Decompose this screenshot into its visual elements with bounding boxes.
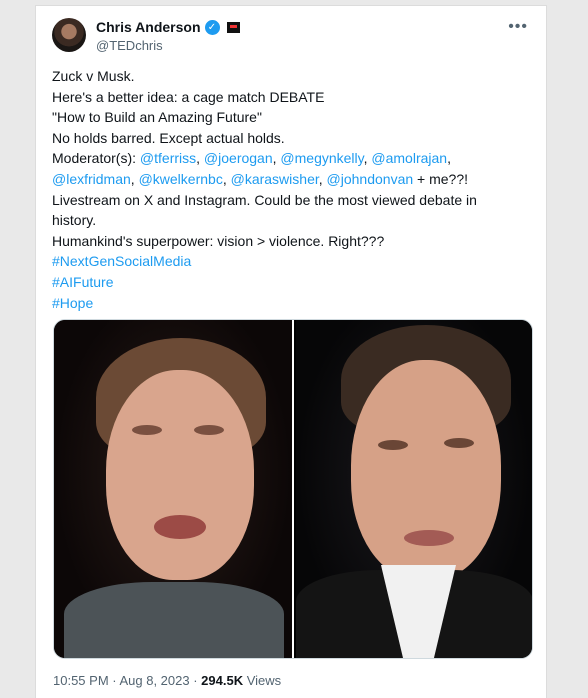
hashtag-link[interactable]: #Hope — [52, 295, 93, 311]
mention-link[interactable]: @kwelkernbc — [139, 171, 223, 187]
tweet-header: Chris Anderson ✓ @TEDchris ••• — [50, 14, 532, 54]
tweet-text-line: #NextGenSocialMedia — [52, 251, 532, 272]
tweet-text-segment: , — [196, 150, 204, 167]
tweet-text-line: Zuck v Musk. — [52, 66, 532, 87]
mention-link[interactable]: @tferriss — [140, 150, 196, 166]
tweet-text-segment: Moderator(s): — [52, 150, 140, 167]
mention-link[interactable]: @joerogan — [204, 150, 273, 166]
tweet-text-segment: No holds barred. Except actual holds. — [52, 129, 285, 146]
mention-link[interactable]: @johndonvan — [327, 171, 414, 187]
tweet-timestamp[interactable]: 10:55 PM · Aug 8, 2023 · — [53, 673, 201, 688]
author-name-row: Chris Anderson ✓ — [96, 19, 240, 35]
tweet-text-line: @lexfridman, @kwelkernbc, @karaswisher, … — [52, 169, 532, 190]
tweet-media[interactable] — [53, 319, 533, 659]
author-avatar[interactable] — [52, 18, 86, 52]
tweet-text-segment: , — [130, 170, 139, 187]
media-photo-left[interactable] — [54, 320, 292, 658]
tweet-text-line: Humankind's superpower: vision > violenc… — [52, 231, 532, 252]
tweet-text-segment: , — [447, 150, 451, 167]
tweet-text-segment: + me??! — [413, 170, 469, 187]
author-name[interactable]: Chris Anderson — [96, 19, 201, 35]
media-photo-right[interactable] — [295, 320, 532, 658]
views-label: Views — [243, 673, 282, 688]
hashtag-link[interactable]: #NextGenSocialMedia — [52, 253, 191, 269]
author-handle[interactable]: @TEDchris — [96, 38, 163, 53]
tweet-text-line: Moderator(s): @tferriss, @joerogan, @meg… — [52, 148, 532, 169]
tweet-text-segment: Humankind's superpower: vision > violenc… — [52, 232, 385, 249]
tweet-text-line: #AIFuture — [52, 272, 532, 293]
tweet-text-line: history. — [52, 210, 532, 231]
tweet-metadata: 10:55 PM · Aug 8, 2023 · 294.5K Views — [53, 673, 281, 688]
hashtag-link[interactable]: #AIFuture — [52, 274, 113, 290]
tweet-text-segment: Here's a better idea: a cage match DEBAT… — [52, 88, 325, 105]
mention-link[interactable]: @lexfridman — [52, 171, 131, 187]
media-divider — [292, 320, 294, 658]
tweet-text-segment: "How to Build an Amazing Future" — [52, 109, 262, 126]
mention-link[interactable]: @karaswisher — [231, 171, 319, 187]
tweet-text-segment: , — [222, 170, 231, 187]
mention-link[interactable]: @megynkelly — [280, 150, 363, 166]
mention-link[interactable]: @amolrajan — [371, 150, 447, 166]
tweet-text-line: "How to Build an Amazing Future" — [52, 107, 532, 128]
tweet-text-line: Here's a better idea: a cage match DEBAT… — [52, 87, 532, 108]
tweet-text: Zuck v Musk. Here's a better idea: a cage… — [52, 66, 532, 313]
more-options-icon[interactable]: ••• — [508, 18, 528, 36]
tweet-text-segment: history. — [52, 212, 97, 229]
tweet-text-line: No holds barred. Except actual holds. — [52, 128, 532, 149]
view-count: 294.5K — [201, 673, 244, 688]
affiliation-badge-icon[interactable] — [226, 21, 240, 33]
tweet-text-segment: Livestream on X and Instagram. Could be … — [52, 191, 477, 208]
tweet-text-segment: Zuck v Musk. — [52, 68, 135, 84]
verified-badge-icon: ✓ — [204, 19, 220, 35]
tweet-text-line: #Hope — [52, 293, 532, 314]
tweet-text-line: Livestream on X and Instagram. Could be … — [52, 190, 532, 211]
tweet-text-segment: , — [318, 170, 327, 187]
tweet-card: Chris Anderson ✓ @TEDchris ••• Zuck v Mu… — [36, 6, 546, 698]
